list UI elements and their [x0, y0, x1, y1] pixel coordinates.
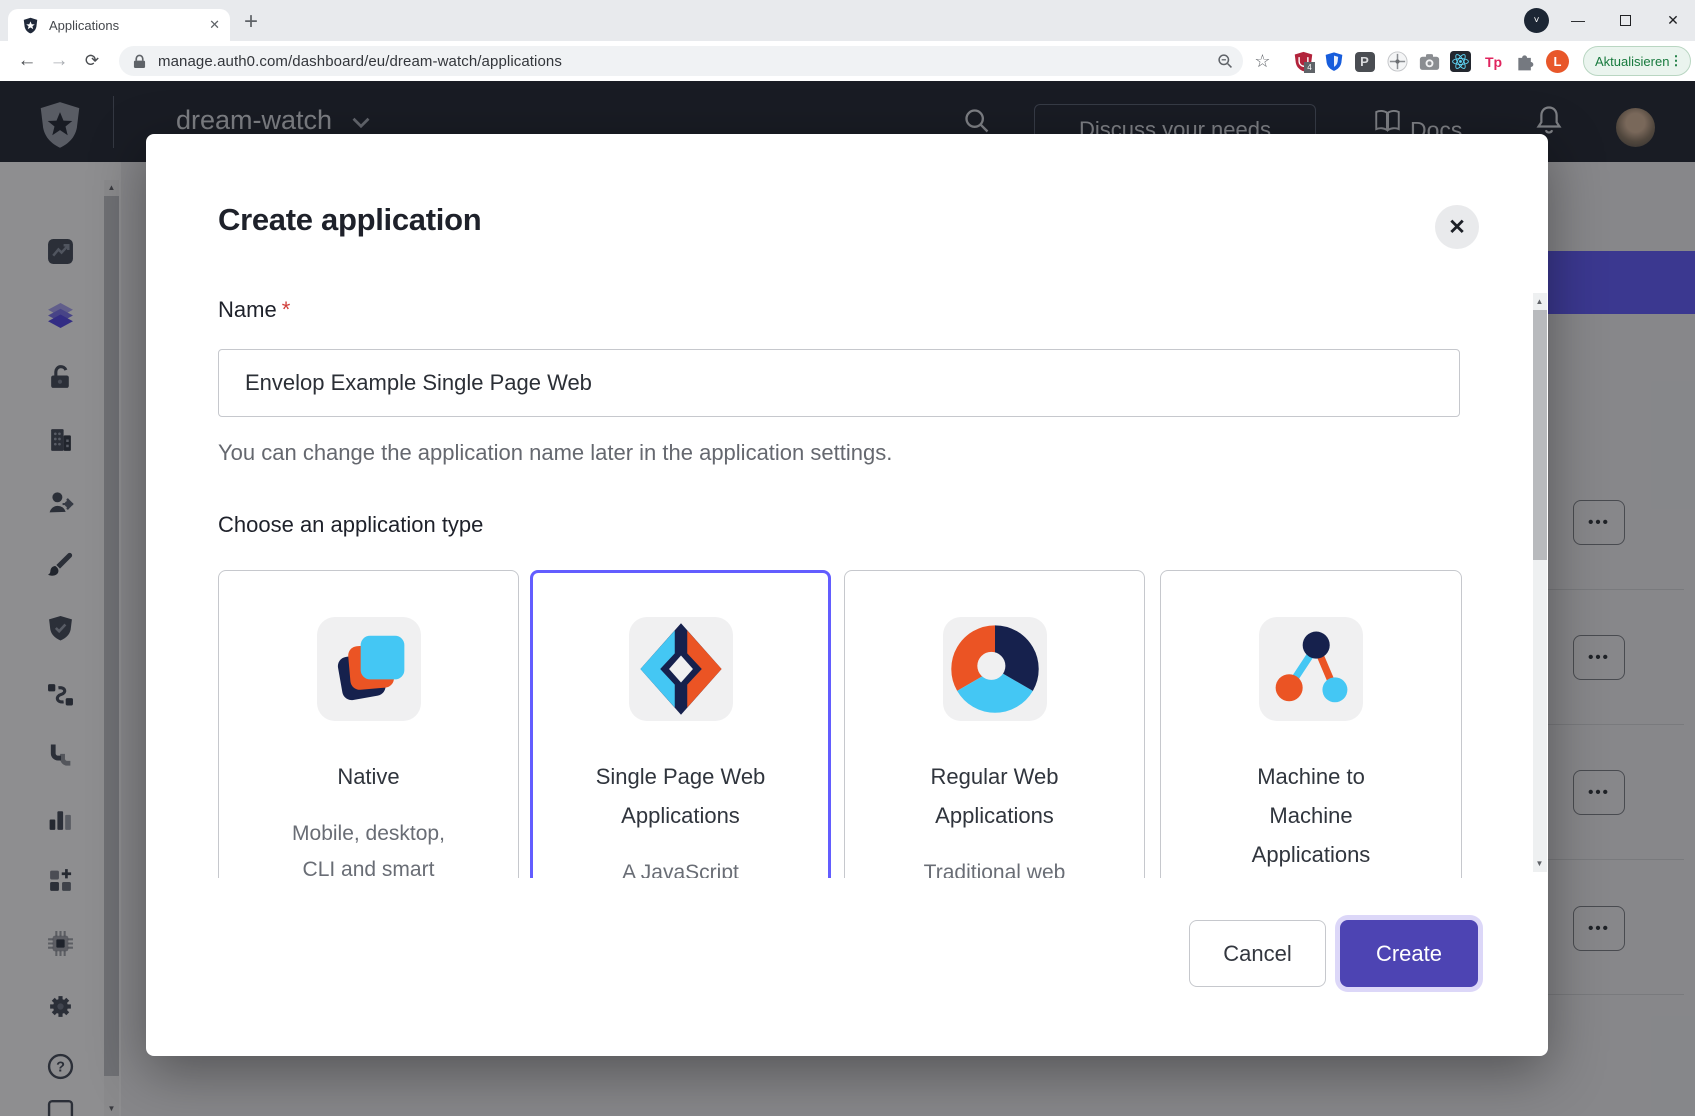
url-text: manage.auth0.com/dashboard/eu/dream-watc…: [158, 53, 562, 70]
card-native[interactable]: Native Mobile, desktop, CLI and smart: [218, 570, 519, 878]
browser-toolbar: ← → ⟳ manage.auth0.com/dashboard/eu/drea…: [0, 41, 1695, 81]
card-regular-web[interactable]: Regular Web Applications Traditional web: [844, 570, 1145, 878]
reload-button[interactable]: ⟳: [76, 41, 108, 81]
auth0-favicon-icon: [22, 17, 39, 34]
name-help-text: You can change the application name late…: [218, 440, 892, 466]
modal-close-button[interactable]: ✕: [1435, 205, 1479, 249]
camera-extension-icon[interactable]: [1418, 50, 1441, 73]
window-minimize-button[interactable]: —: [1563, 6, 1593, 34]
chrome-menu-chevron-icon[interactable]: ˅: [1524, 8, 1549, 33]
window-close-button[interactable]: ✕: [1658, 6, 1688, 34]
modal-scroll-viewport: Create application Name* You can change …: [146, 134, 1548, 878]
modal-title: Create application: [218, 202, 481, 238]
card-description: Mobile, desktop, CLI and smart: [284, 816, 454, 878]
bitwarden-extension-icon[interactable]: [1322, 50, 1345, 73]
card-title: Native: [276, 757, 461, 796]
tab-close-icon[interactable]: ✕: [209, 17, 220, 33]
bookmark-star-icon[interactable]: ☆: [1251, 50, 1274, 73]
modal-scrollbar[interactable]: ▲ ▼: [1533, 293, 1547, 872]
kebab-menu-icon: ⋮: [1669, 53, 1682, 69]
window-maximize-button[interactable]: [1610, 6, 1640, 34]
create-application-modal: Create application Name* You can change …: [146, 134, 1548, 1056]
name-label: Name*: [218, 297, 290, 323]
lock-icon: [133, 54, 146, 69]
ublock-badge: 4: [1304, 62, 1315, 73]
card-title: Machine to Machine Applications: [1219, 757, 1404, 874]
cancel-button[interactable]: Cancel: [1189, 920, 1326, 987]
zoom-level-icon[interactable]: [1217, 53, 1234, 70]
extensions-puzzle-icon[interactable]: [1513, 50, 1536, 73]
card-description: Traditional web: [910, 855, 1080, 878]
card-description: A JavaScript: [596, 855, 766, 878]
browser-profile-avatar[interactable]: L: [1546, 50, 1569, 73]
close-icon: ✕: [1448, 215, 1466, 240]
react-devtools-extension-icon[interactable]: [1449, 50, 1472, 73]
card-machine-to-machine[interactable]: Machine to Machine Applications: [1160, 570, 1462, 878]
application-name-input[interactable]: [218, 349, 1460, 417]
browser-titlebar: Applications ✕ + ˅ — ✕: [0, 0, 1695, 41]
new-tab-button[interactable]: +: [244, 8, 258, 36]
application-type-label: Choose an application type: [218, 512, 483, 538]
update-button-label: Aktualisieren: [1595, 54, 1669, 69]
modal-scrollbar-thumb[interactable]: [1533, 310, 1547, 560]
crosshair-extension-icon[interactable]: [1386, 50, 1409, 73]
card-title: Single Page Web Applications: [588, 757, 773, 835]
regular-web-app-icon: [943, 617, 1047, 721]
address-bar[interactable]: manage.auth0.com/dashboard/eu/dream-watc…: [119, 46, 1243, 76]
card-single-page-web[interactable]: Single Page Web Applications A JavaScrip…: [530, 570, 831, 878]
browser-tab[interactable]: Applications ✕: [8, 9, 230, 41]
maximize-icon: [1620, 15, 1631, 26]
scrollbar-up-arrow-icon[interactable]: ▲: [1532, 294, 1547, 309]
tab-title: Applications: [49, 18, 209, 33]
forward-button[interactable]: →: [43, 41, 75, 81]
create-button[interactable]: Create: [1340, 920, 1478, 987]
native-app-icon: [317, 617, 421, 721]
card-title: Regular Web Applications: [902, 757, 1087, 835]
update-button[interactable]: Aktualisieren ⋮: [1583, 46, 1691, 76]
scrollbar-down-arrow-icon[interactable]: ▼: [1532, 856, 1547, 871]
tampermonkey-extension-icon[interactable]: Tp: [1482, 50, 1505, 73]
required-asterisk: *: [282, 297, 291, 322]
back-button[interactable]: ←: [11, 41, 43, 81]
screen: Applications ✕ + ˅ — ✕ ← → ⟳ manage.auth…: [0, 0, 1695, 1116]
ublock-extension-icon[interactable]: 4: [1292, 50, 1315, 73]
spa-app-icon: [629, 617, 733, 721]
p-extension-icon[interactable]: P: [1353, 50, 1376, 73]
m2m-app-icon: [1259, 617, 1363, 721]
